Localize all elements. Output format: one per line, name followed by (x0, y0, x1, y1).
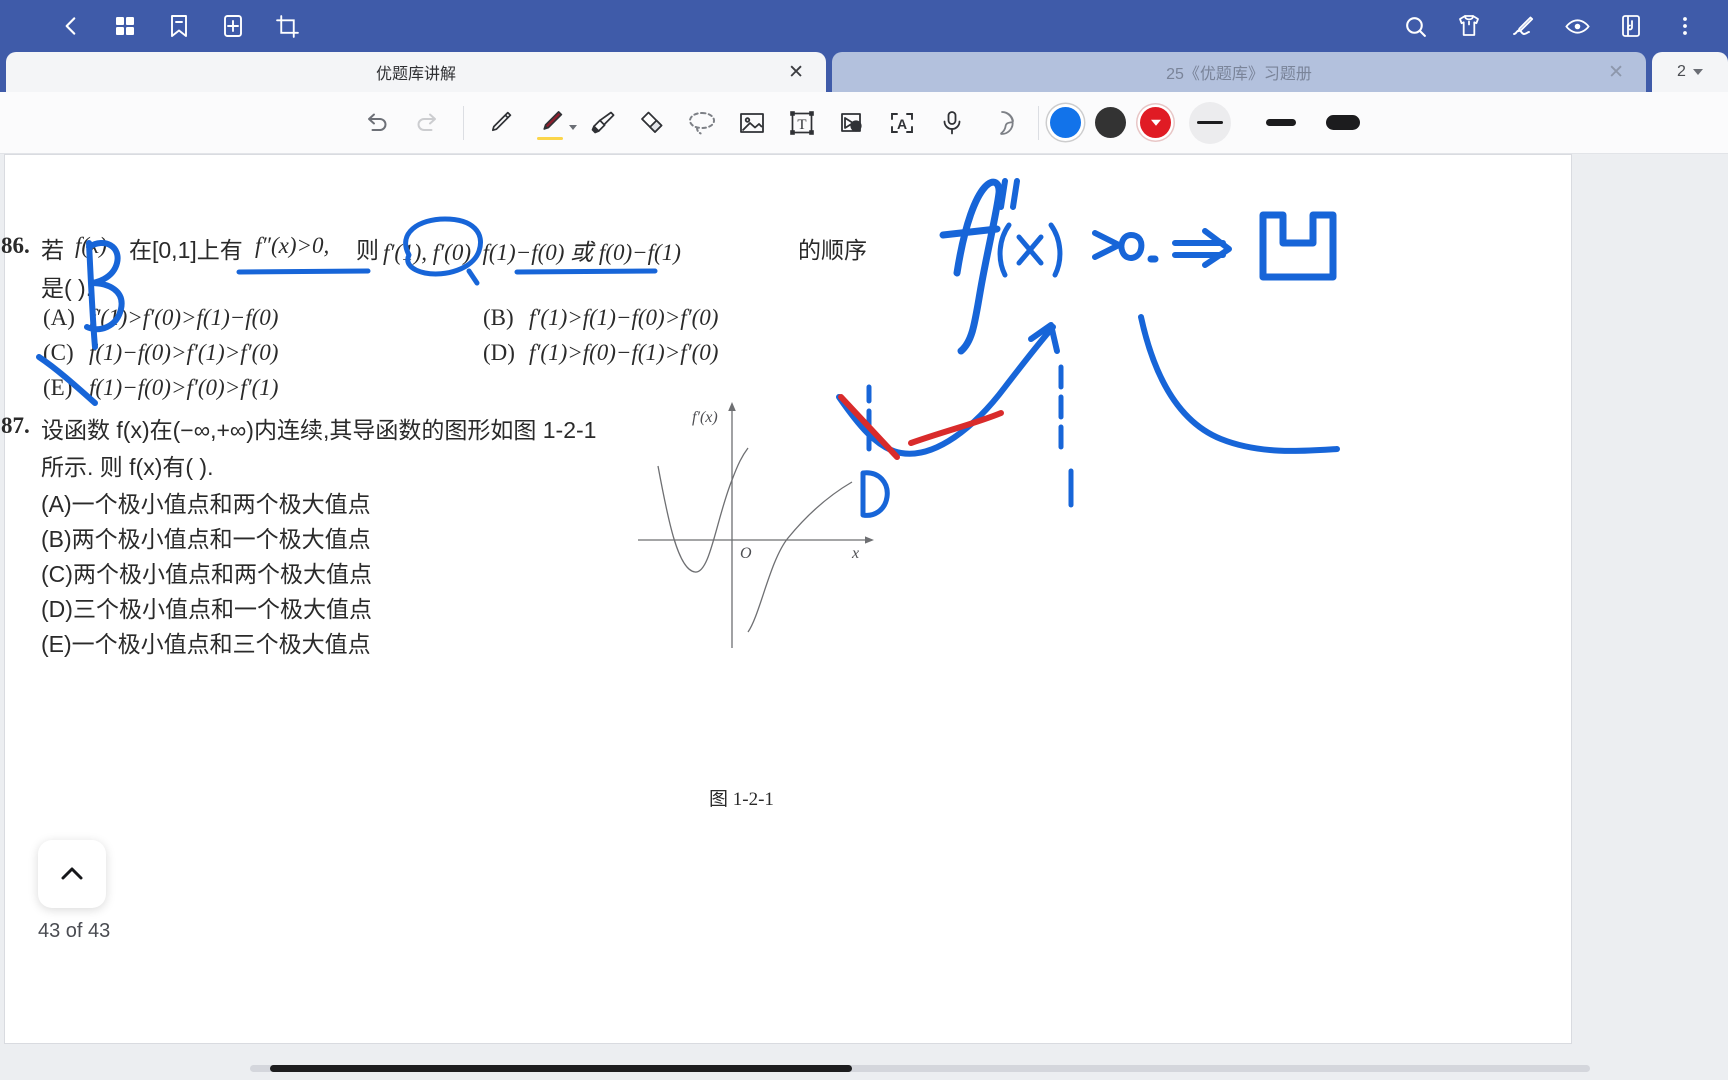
p86-option-A-key: (A) (43, 305, 75, 330)
p87-option-D: (D)三个极小值点和一个极大值点 (41, 596, 372, 622)
scroll-to-top-button[interactable] (38, 840, 106, 908)
p86-option-C-text: f(1)−f(0)>f′(1)>f′(0) (89, 340, 279, 365)
p87-option-A: (A)一个极小值点和两个极大值点 (41, 491, 371, 517)
ocr-tool[interactable]: A (877, 100, 927, 146)
document-page: 86. 若 f(x) 在[0,1]上有 f″(x)>0, 则 f′(1), f′… (1, 154, 1573, 1045)
p87-option-C: (C)两个极小值点和两个极大值点 (41, 561, 372, 587)
stroke-thin[interactable] (1189, 101, 1231, 144)
svg-text:A: A (897, 116, 907, 132)
p86-option-A-text: f′(1)>f′(0)>f(1)−f(0) (89, 305, 279, 330)
tab-strip: 优题库讲解 ✕ 25《优题库》习题册 ✕ 2 (0, 52, 1728, 92)
ink-sketch-curves (836, 314, 1340, 508)
p86-option-E-text: f(1)−f(0)>f′(0)>f′(1) (89, 375, 279, 400)
document-canvas[interactable]: 86. 若 f(x) 在[0,1]上有 f″(x)>0, 则 f′(1), f′… (0, 154, 1728, 1080)
toolbar-divider (463, 105, 464, 140)
grid-icon[interactable] (98, 4, 152, 48)
p87-option-B: (B)两个极小值点和一个极大值点 (41, 526, 371, 552)
figure-origin-label: O (740, 545, 752, 562)
header-right-icon-group (1388, 4, 1728, 48)
color-swatch-group (1050, 107, 1171, 138)
drawing-toolbar: T A (0, 92, 1728, 154)
ink-red-tangents (838, 394, 1004, 460)
p86-option-E-key: (E) (43, 375, 73, 400)
tool-selected-indicator (537, 136, 563, 140)
pen-tools-group: T A (475, 103, 1027, 143)
p86-stem-f: f′(1), f′(0), f(1)−f(0) 或 f(0)−f(1) (383, 240, 681, 265)
more-vertical-icon[interactable] (1658, 4, 1712, 48)
p86-stem-e: 则 (356, 237, 379, 263)
pencil-tool[interactable] (475, 100, 525, 146)
stroke-width-group (1189, 101, 1367, 144)
p86-option-B-text: f′(1)>f(1)−f(0)>f′(0) (529, 305, 719, 330)
redo-button[interactable] (402, 100, 452, 146)
toolbar-divider-2 (1038, 105, 1039, 140)
figure-y-axis-label: f′(x) (692, 409, 718, 426)
tab-count-dropdown[interactable]: 2 (1652, 52, 1728, 92)
stroke-thick[interactable] (1319, 102, 1367, 144)
p86-option-D-key: (D) (483, 340, 515, 365)
tab-item-1[interactable]: 25《优题库》习题册 ✕ (832, 52, 1646, 92)
app-header (0, 0, 1728, 52)
highlighter-tool[interactable] (577, 100, 627, 146)
microphone-tool[interactable] (927, 100, 977, 146)
add-page-icon[interactable] (206, 4, 260, 48)
p86-stem-line2: 是( ). (41, 275, 93, 301)
lasso-tool[interactable] (677, 100, 727, 146)
p86-stem-d: f″(x)>0, (255, 233, 330, 258)
svg-text:T: T (797, 117, 806, 133)
horizontal-scrollbar-thumb[interactable] (270, 1065, 852, 1072)
shape-tool[interactable] (827, 100, 877, 146)
text-tool[interactable]: T (777, 100, 827, 146)
search-icon[interactable] (1388, 4, 1442, 48)
p87-option-E: (E)一个极小值点和三个极大值点 (41, 631, 371, 657)
undo-button[interactable] (352, 100, 402, 146)
page-content: 86. 若 f(x) 在[0,1]上有 f″(x)>0, 则 f′(1), f′… (1, 155, 1573, 1045)
bookmark-icon[interactable] (152, 4, 206, 48)
history-group (352, 103, 452, 143)
p86-stem-b: f(x) (75, 233, 107, 258)
signature-pen-icon[interactable] (1496, 4, 1550, 48)
shirt-icon[interactable] (1442, 4, 1496, 48)
p86-option-D-text: f′(1)>f(0)−f(1)>f′(0) (529, 340, 719, 365)
figure-x-axis-label: x (851, 545, 859, 562)
p86-option-C-key: (C) (43, 340, 74, 365)
problem-number-86: 86. (1, 233, 30, 258)
page-indicator: 43 of 43 (38, 920, 111, 942)
stroke-medium[interactable] (1257, 102, 1305, 144)
close-icon[interactable]: ✕ (1608, 63, 1624, 82)
eye-icon[interactable] (1550, 4, 1604, 48)
tab-label: 25《优题库》习题册 (1166, 66, 1312, 83)
close-icon[interactable]: ✕ (788, 63, 804, 82)
image-tool[interactable] (727, 100, 777, 146)
figure-derivative-graph: f′(x) O x (638, 402, 874, 648)
p87-stem-line1: 设函数 f(x)在(−∞,+∞)内连续,其导函数的图形如图 1-2-1 (41, 417, 597, 443)
p86-stem-c: 在[0,1]上有 (129, 237, 243, 263)
eraser-tool[interactable] (627, 100, 677, 146)
header-left-icon-group (0, 4, 314, 48)
problem-number-87: 87. (1, 413, 30, 438)
p86-stem-a: 若 (41, 237, 64, 263)
crop-icon[interactable] (260, 4, 314, 48)
sticker-tool[interactable] (977, 100, 1027, 146)
tab-label: 优题库讲解 (375, 66, 456, 83)
tab-item-0[interactable]: 优题库讲解 ✕ (6, 52, 826, 92)
ink-note-concave (939, 178, 1337, 355)
p86-stem-g: 的顺序 (798, 237, 867, 263)
p86-option-B-key: (B) (483, 305, 514, 330)
color-black[interactable] (1095, 107, 1126, 138)
chevron-down-icon (1150, 119, 1161, 126)
chevron-down-icon (1692, 69, 1703, 75)
back-icon[interactable] (44, 4, 98, 48)
tab-count-label: 2 (1677, 63, 1686, 80)
figure-caption: 图 1-2-1 (709, 789, 774, 810)
p87-stem-line2: 所示. 则 f(x)有( ). (41, 454, 214, 480)
color-blue[interactable] (1050, 107, 1081, 138)
color-red[interactable] (1140, 107, 1171, 138)
fountain-pen-tool[interactable] (525, 100, 577, 146)
page-layout-icon[interactable] (1604, 4, 1658, 48)
